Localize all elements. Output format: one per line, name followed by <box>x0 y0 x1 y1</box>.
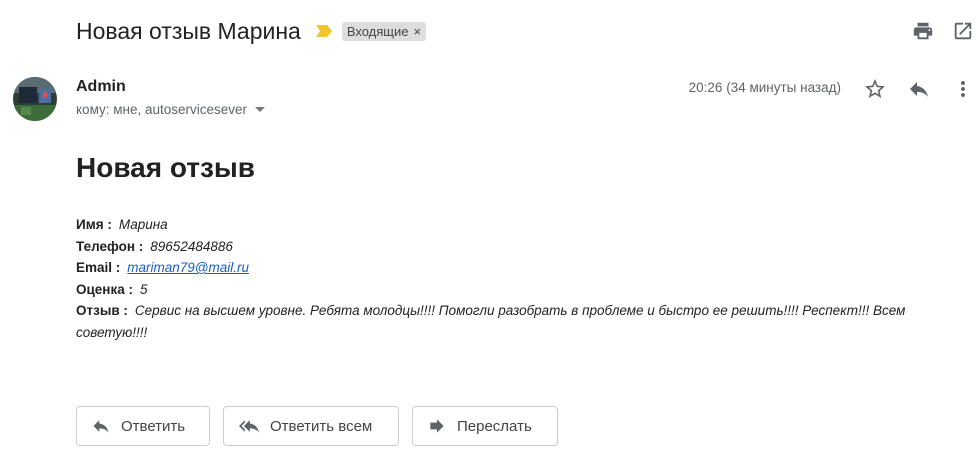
star-icon[interactable] <box>863 77 887 101</box>
field-value: 89652484886 <box>150 238 233 254</box>
field-key: Телефон : <box>76 238 144 254</box>
reply-all-button[interactable]: Ответить всем <box>223 406 399 446</box>
label-remove-button[interactable]: × <box>414 25 422 38</box>
field-value: Марина <box>118 217 168 232</box>
message-fields: Имя : Марина Телефон : 89652484886 Email :… <box>76 214 966 343</box>
importance-marker-icon[interactable] <box>315 24 333 38</box>
message-timestamp: 20:26 (34 минуты назад) <box>688 80 841 95</box>
reply-all-button-label: Ответить всем <box>270 417 373 435</box>
chevron-down-icon[interactable] <box>255 107 266 112</box>
field-phone: Телефон : 89652484886 <box>76 236 966 258</box>
subject-title: Новая отзыв Марина <box>76 17 301 44</box>
reply-button[interactable]: Ответить <box>76 406 210 446</box>
reply-icon <box>93 420 109 433</box>
field-name: Имя : Марина <box>76 214 966 236</box>
email-link[interactable]: mariman79@mail.ru <box>127 260 249 275</box>
subject-row: Новая отзыв Марина Входящие × <box>76 12 427 50</box>
email-view: Новая отзыв Марина Входящие × Admin кому… <box>0 0 977 464</box>
sender-name[interactable]: Admin <box>76 78 126 96</box>
reply-icon[interactable] <box>907 77 931 101</box>
open-in-new-window-icon[interactable] <box>952 20 974 42</box>
forward-button-label: Переслать <box>457 417 532 435</box>
field-rating: Оценка : 5 <box>76 279 966 301</box>
label-chip-inbox: Входящие × <box>341 21 427 41</box>
field-email: Email : mariman79@mail.ru <box>76 257 966 279</box>
recipients-text: кому: мне, autoservicesever <box>76 102 248 117</box>
more-vert-icon[interactable] <box>951 77 975 101</box>
avatar[interactable] <box>13 77 57 121</box>
forward-icon <box>430 419 444 433</box>
field-key: Имя : <box>76 217 112 232</box>
field-value: Сервис на высшем уровне. Ребята молодцы!… <box>76 303 906 340</box>
forward-button[interactable]: Переслать <box>412 406 558 446</box>
field-key: Email : <box>76 260 121 275</box>
label-chip-text: Входящие <box>346 23 409 39</box>
field-key: Оценка : <box>76 281 133 297</box>
recipients[interactable]: кому: мне, autoservicesever <box>76 102 266 117</box>
message-heading: Новая отзыв <box>76 152 256 183</box>
reply-button-label: Ответить <box>121 417 186 435</box>
field-value: 5 <box>139 281 148 297</box>
reply-all-icon <box>239 420 259 433</box>
print-icon[interactable] <box>912 20 934 42</box>
field-key: Отзыв : <box>76 303 128 318</box>
field-review: Отзыв : Сервис на высшем уровне. Ребята м… <box>76 300 966 343</box>
